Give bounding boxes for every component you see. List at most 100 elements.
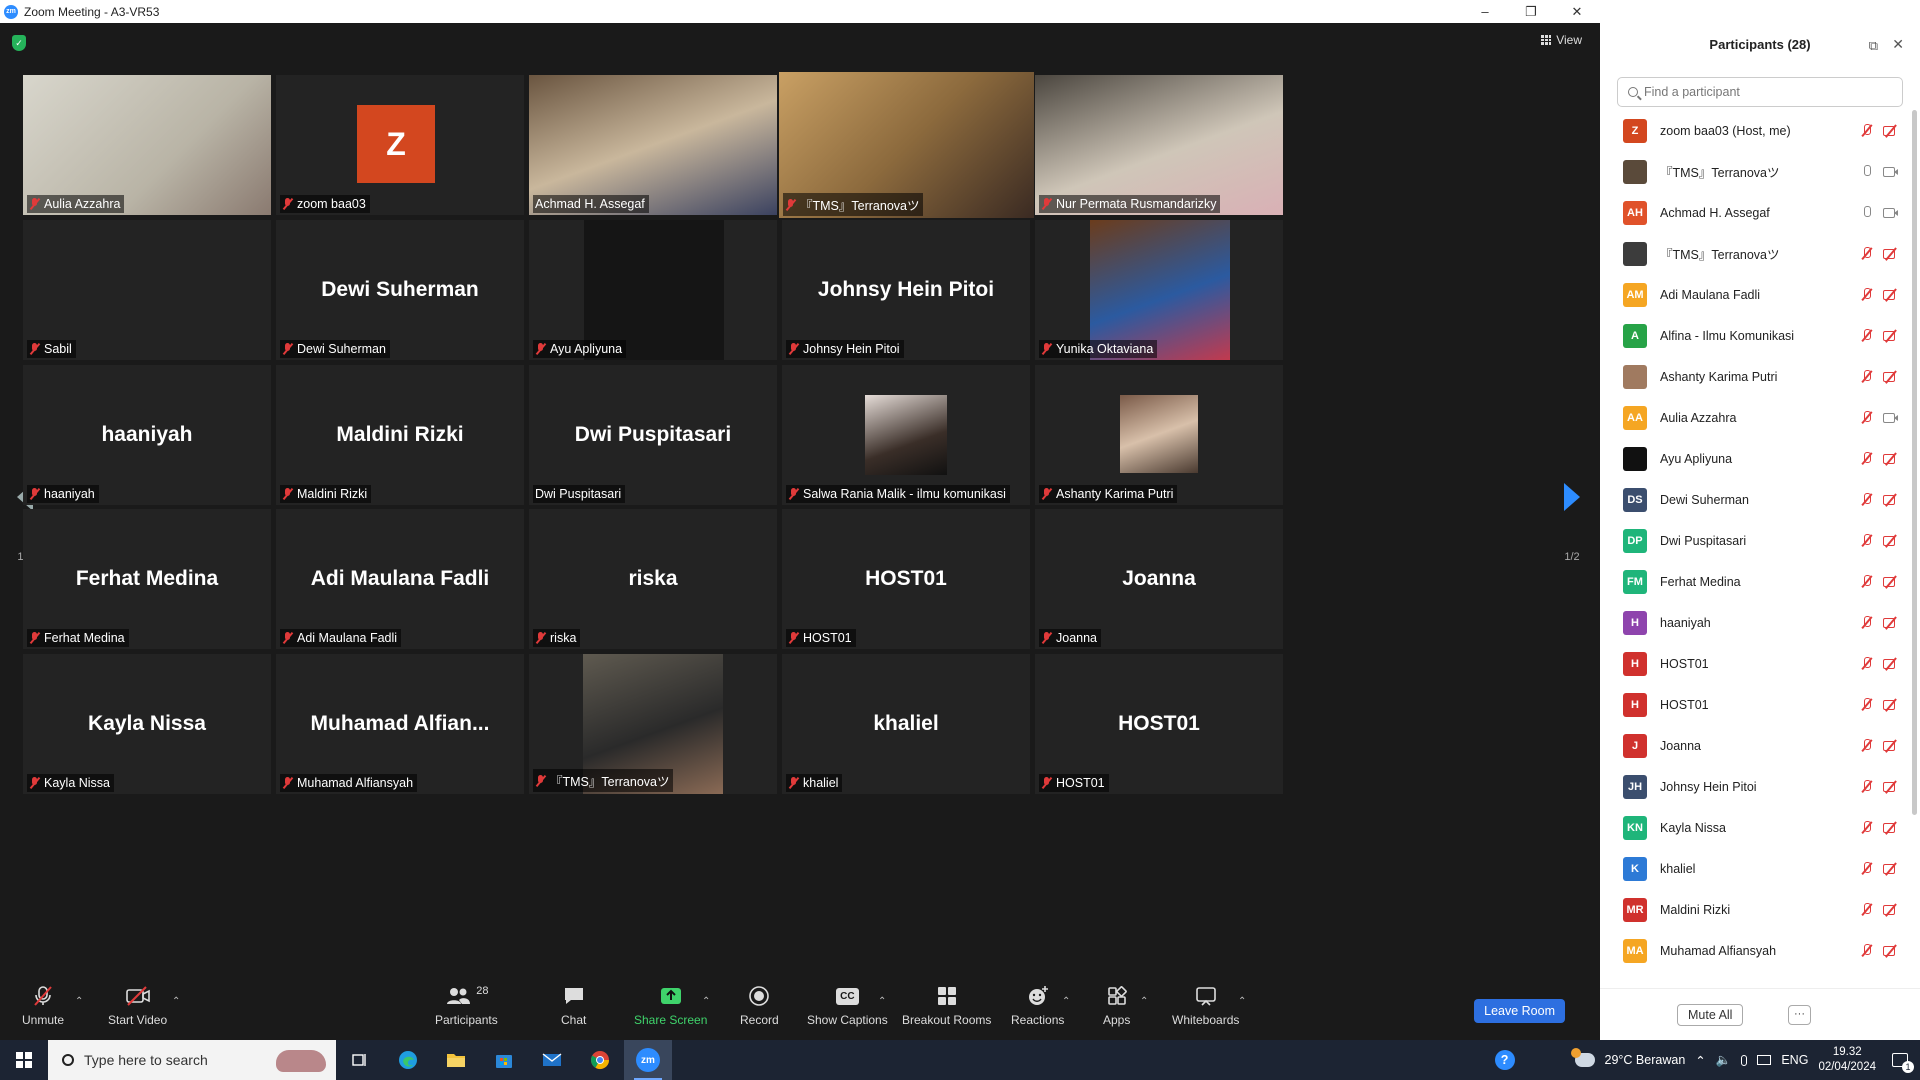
breakout-rooms-button[interactable]: Breakout Rooms: [902, 984, 991, 1027]
video-tile[interactable]: Ayu Apliyuna: [529, 220, 777, 360]
video-tile[interactable]: Muhamad Alfian... Muhamad Alfiansyah: [276, 654, 524, 794]
video-tile[interactable]: Johnsy Hein Pitoi Johnsy Hein Pitoi: [782, 220, 1030, 360]
input-language[interactable]: ENG: [1781, 1053, 1808, 1067]
chrome-app-button[interactable]: [576, 1040, 624, 1080]
participant-row[interactable]: AA Aulia Azzahra: [1600, 397, 1908, 438]
mic-muted-icon: [535, 343, 546, 355]
participant-row[interactable]: 『TMS』Terranovaツ: [1600, 233, 1908, 274]
video-tile[interactable]: Kayla Nissa Kayla Nissa: [23, 654, 271, 794]
participant-row[interactable]: JH Johnsy Hein Pitoi: [1600, 766, 1908, 807]
clock[interactable]: 19.32 02/04/2024: [1818, 1045, 1876, 1075]
notification-center-icon[interactable]: 1: [1892, 1053, 1914, 1073]
captions-options-chevron-icon[interactable]: ⌃: [878, 996, 886, 1007]
video-tile[interactable]: Achmad H. Assegaf: [529, 75, 777, 215]
network-icon[interactable]: [1757, 1055, 1772, 1065]
video-tile[interactable]: khaliel khaliel: [782, 654, 1030, 794]
participant-row[interactable]: AM Adi Maulana Fadli: [1600, 274, 1908, 315]
show-hidden-icons-chevron-icon[interactable]: ⌃: [1695, 1053, 1705, 1068]
video-tile[interactable]: Sabil: [23, 220, 271, 360]
participant-row[interactable]: Ayu Apliyuna: [1600, 438, 1908, 479]
pop-out-icon[interactable]: ⧉: [1869, 38, 1878, 54]
mic-muted-icon: [1861, 411, 1873, 424]
video-tile[interactable]: Aulia Azzahra: [23, 75, 271, 215]
participant-row[interactable]: Kkhaliel: [1600, 848, 1908, 889]
participant-row[interactable]: Ashanty Karima Putri: [1600, 356, 1908, 397]
help-icon[interactable]: ?: [1494, 1050, 1515, 1070]
task-view-button[interactable]: [336, 1040, 384, 1080]
video-tile[interactable]: Dwi Puspitasari Dwi Puspitasari: [529, 365, 777, 505]
share-screen-button[interactable]: Share Screen: [634, 984, 707, 1027]
more-options-button[interactable]: ···: [1788, 1005, 1811, 1025]
minimize-button[interactable]: –: [1462, 0, 1508, 23]
participant-name: Dwi Puspitasari: [1660, 533, 1747, 548]
video-tile[interactable]: haaniyah haaniyah: [23, 365, 271, 505]
video-tile[interactable]: 『TMS』Terranovaツ: [529, 654, 777, 794]
zoom-app-button[interactable]: zm: [624, 1040, 672, 1080]
video-tile[interactable]: Ferhat Medina Ferhat Medina: [23, 509, 271, 649]
mute-all-button[interactable]: Mute All: [1677, 1004, 1744, 1026]
share-options-chevron-icon[interactable]: ⌃: [702, 996, 710, 1007]
close-panel-icon[interactable]: ✕: [1892, 36, 1904, 53]
apps-button[interactable]: Apps: [1103, 984, 1130, 1027]
participant-row[interactable]: A Alfina - Ilmu Komunikasi: [1600, 315, 1908, 356]
video-tile[interactable]: Dewi Suherman Dewi Suherman: [276, 220, 524, 360]
edge-app-button[interactable]: [384, 1040, 432, 1080]
participant-row[interactable]: KN Kayla Nissa: [1600, 807, 1908, 848]
participant-row[interactable]: FM Ferhat Medina: [1600, 561, 1908, 602]
audio-options-chevron-icon[interactable]: ⌃: [75, 996, 83, 1007]
start-video-button[interactable]: Start Video: [108, 984, 167, 1027]
record-button[interactable]: Record: [740, 984, 779, 1027]
reactions-button[interactable]: Reactions: [1011, 984, 1064, 1027]
video-options-chevron-icon[interactable]: ⌃: [172, 996, 180, 1007]
video-tile[interactable]: Yunika Oktaviana: [1035, 220, 1283, 360]
participant-row[interactable]: DP Dwi Puspitasari: [1600, 520, 1908, 561]
participant-row[interactable]: Zzoom baa03 (Host, me): [1600, 110, 1908, 151]
start-button[interactable]: [0, 1040, 48, 1080]
taskbar-search-box[interactable]: Type here to search: [48, 1040, 336, 1080]
view-button[interactable]: View: [1541, 33, 1582, 47]
participant-row[interactable]: Hhaaniyah: [1600, 602, 1908, 643]
video-tile[interactable]: HOST01 HOST01: [1035, 654, 1283, 794]
unmute-button[interactable]: Unmute: [22, 984, 64, 1027]
video-tile[interactable]: Adi Maulana Fadli Adi Maulana Fadli: [276, 509, 524, 649]
maximize-button[interactable]: ❐: [1508, 0, 1554, 23]
reactions-options-chevron-icon[interactable]: ⌃: [1062, 996, 1070, 1007]
video-tile[interactable]: Zzoom baa03: [276, 75, 524, 215]
video-off-icon: [1883, 535, 1898, 546]
participant-row[interactable]: AH Achmad H. Assegaf: [1600, 192, 1908, 233]
video-tile[interactable]: Nur Permata Rusmandarizky: [1035, 75, 1283, 215]
participant-row[interactable]: J Joanna: [1600, 725, 1908, 766]
file-explorer-button[interactable]: [432, 1040, 480, 1080]
participant-row[interactable]: MA Muhamad Alfiansyah: [1600, 930, 1908, 971]
microphone-muted-icon: [31, 984, 55, 1008]
video-tile[interactable]: riska riska: [529, 509, 777, 649]
participant-row[interactable]: DS Dewi Suherman: [1600, 479, 1908, 520]
show-captions-button[interactable]: CC Show Captions: [807, 984, 888, 1027]
whiteboards-options-chevron-icon[interactable]: ⌃: [1238, 996, 1246, 1007]
next-page-button[interactable]: 1/2: [1557, 483, 1587, 563]
microphone-in-use-icon[interactable]: [1741, 1054, 1748, 1066]
microsoft-store-button[interactable]: [480, 1040, 528, 1080]
participant-row[interactable]: 『TMS』Terranovaツ: [1600, 151, 1908, 192]
participant-row[interactable]: MR Maldini Rizki: [1600, 889, 1908, 930]
whiteboards-button[interactable]: Whiteboards: [1172, 984, 1239, 1027]
participant-search-input[interactable]: Find a participant: [1617, 77, 1903, 107]
video-tile[interactable]: Maldini Rizki Maldini Rizki: [276, 365, 524, 505]
close-window-button[interactable]: ✕: [1554, 0, 1600, 23]
video-tile[interactable]: Salwa Rania Malik - ilmu komunikasi: [782, 365, 1030, 505]
apps-options-chevron-icon[interactable]: ⌃: [1140, 996, 1148, 1007]
speaker-volume-icon[interactable]: 🔈: [1716, 1053, 1732, 1068]
chat-button[interactable]: Chat: [561, 984, 586, 1027]
video-tile[interactable]: Ashanty Karima Putri: [1035, 365, 1283, 505]
participant-list-scrollbar[interactable]: [1912, 110, 1917, 815]
weather-text[interactable]: 29°C Berawan: [1605, 1053, 1686, 1067]
mail-app-button[interactable]: [528, 1040, 576, 1080]
participants-button[interactable]: 28 Participants: [435, 984, 498, 1027]
leave-room-button[interactable]: Leave Room: [1474, 999, 1565, 1023]
participant-row[interactable]: H HOST01: [1600, 643, 1908, 684]
video-tile[interactable]: Joanna Joanna: [1035, 509, 1283, 649]
encryption-shield-icon[interactable]: ✓: [12, 35, 26, 51]
video-tile[interactable]: 『TMS』Terranovaツ: [779, 72, 1034, 218]
video-tile[interactable]: HOST01 HOST01: [782, 509, 1030, 649]
participant-row[interactable]: H HOST01: [1600, 684, 1908, 725]
